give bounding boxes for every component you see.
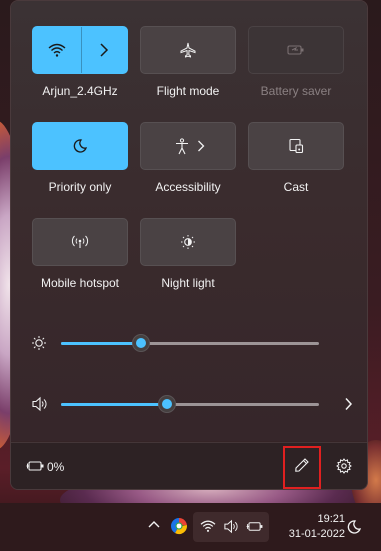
tile-label: Flight mode [156,84,220,98]
tile-label: Cast [283,180,309,194]
speaker-icon[interactable] [31,396,48,417]
clock-time: 19:21 [317,513,345,525]
tile-split [81,27,82,73]
pencil-icon [294,457,310,478]
clock-date: 31-01-2022 [288,528,345,540]
wifi-icon [48,42,66,58]
tile-flight-mode[interactable] [140,26,236,74]
chevron-right-icon[interactable] [344,397,353,416]
taskbar: 19:21 31-01-2022 [0,503,381,551]
hotspot-icon [71,235,89,249]
cast-icon [288,138,304,154]
battery-charging-icon[interactable] [26,459,45,478]
tile-battery-saver[interactable] [248,26,344,74]
tile-wifi[interactable] [32,26,128,74]
tile-label: Arjun_2.4GHz [42,84,118,98]
quick-settings-body: Arjun_2.4GHz Flight mode Battery saver P… [11,1,367,441]
tile-priority-only[interactable] [32,122,128,170]
moon-icon [72,138,88,154]
chevron-up-icon[interactable] [148,520,160,528]
battery-percentage: 0% [47,460,65,474]
gear-icon[interactable] [336,458,352,479]
slider-fill [61,403,167,406]
brightness-icon [31,335,47,356]
edit-quick-settings-button[interactable] [283,446,321,489]
slider-thumb[interactable] [131,334,150,352]
speaker-icon [223,519,239,534]
battery-saver-icon [287,44,305,56]
night-light-icon [180,234,196,250]
chevron-right-icon[interactable] [197,139,205,153]
tile-label: Priority only [48,180,112,194]
tile-mobile-hotspot[interactable] [32,218,128,266]
volume-slider[interactable] [61,395,319,413]
tile-accessibility[interactable] [140,122,236,170]
tile-cast[interactable] [248,122,344,170]
tile-label: Accessibility [155,180,221,194]
moon-icon[interactable] [346,519,362,535]
quick-settings-footer: 0% [11,442,367,489]
accessibility-icon [174,138,190,155]
brightness-slider[interactable] [61,334,319,352]
quick-settings-panel: Arjun_2.4GHz Flight mode Battery saver P… [10,0,368,490]
brightness-slider-row [31,328,361,358]
tile-night-light[interactable] [140,218,236,266]
slider-thumb[interactable] [157,395,176,413]
volume-slider-row [31,389,361,419]
slider-fill [61,342,141,345]
tile-label: Battery saver [260,84,332,98]
battery-charging-icon [246,520,264,533]
wifi-icon [200,519,216,533]
airplane-icon [180,42,196,58]
chevron-right-icon[interactable] [99,42,109,58]
tile-label: Mobile hotspot [40,276,120,290]
system-tray-group[interactable] [193,512,269,542]
tile-label: Night light [161,276,215,290]
browser-icon[interactable] [170,517,188,535]
taskbar-clock[interactable]: 19:21 31-01-2022 [289,512,345,542]
